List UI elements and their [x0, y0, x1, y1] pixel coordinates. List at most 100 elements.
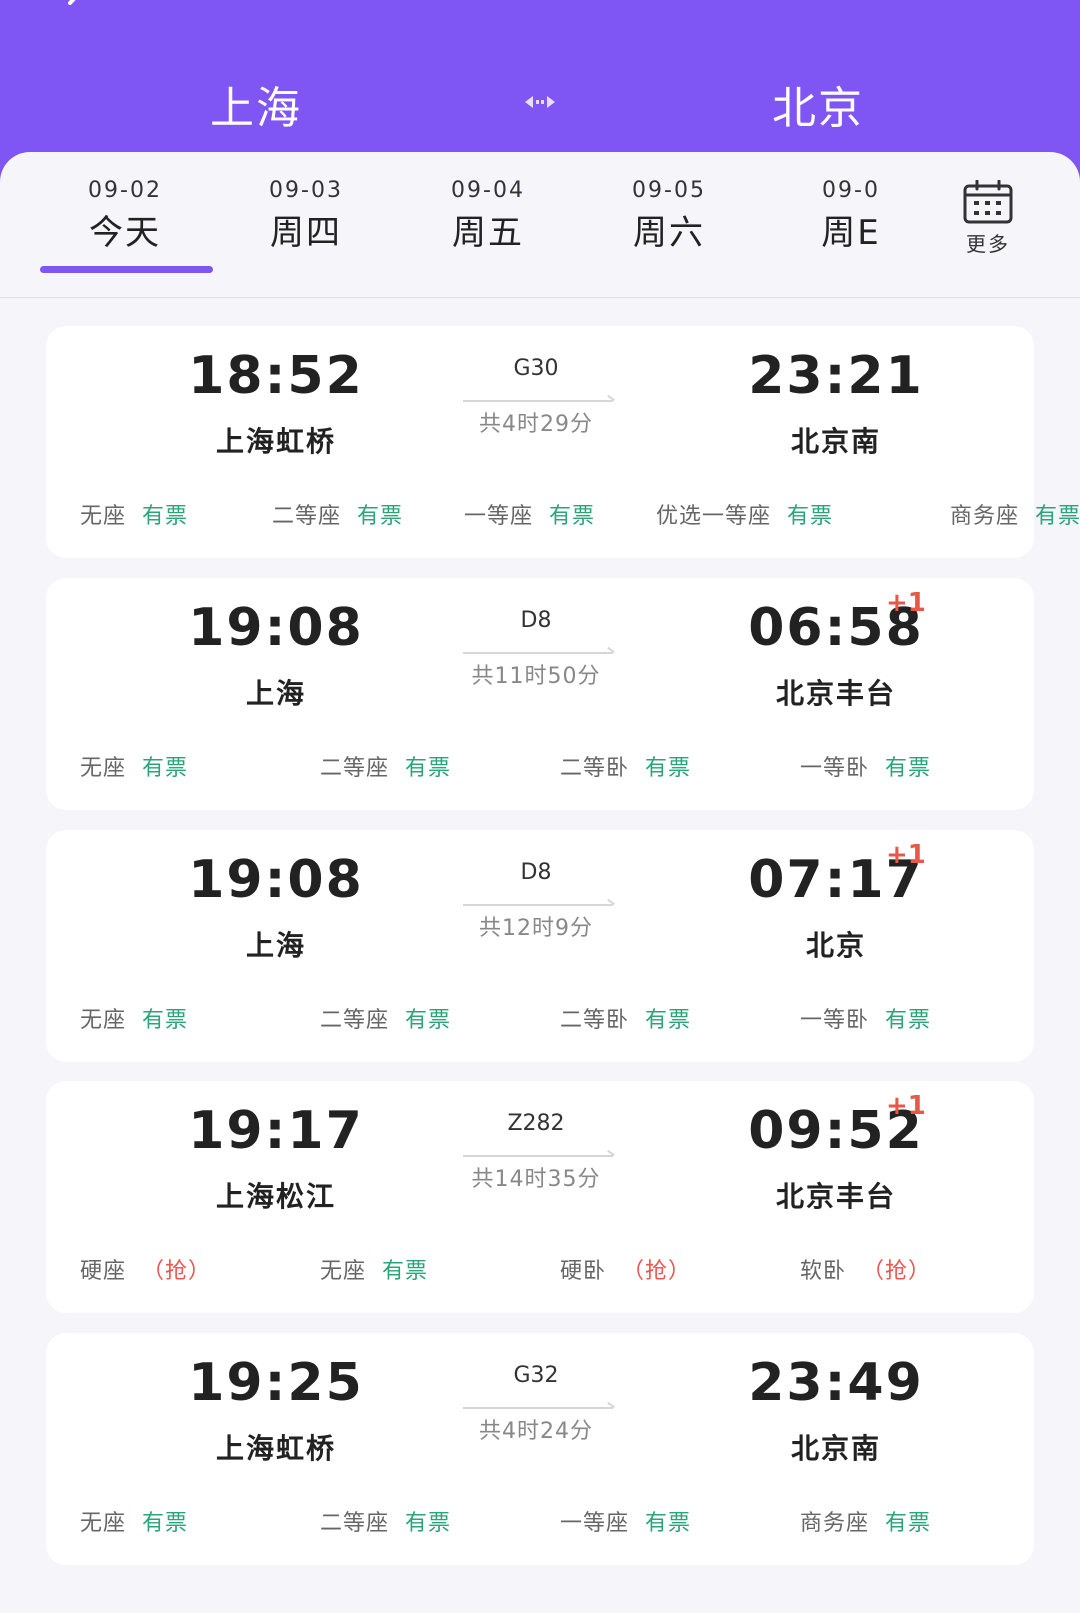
date-tab[interactable]: 09-05 周六 [584, 178, 754, 254]
seat-class-name: 二等卧 [560, 756, 630, 781]
seat-ticket-status: 有票 [405, 756, 452, 781]
train-card[interactable]: 18:52 上海虹桥 G30 共4时29分 23:21 北京南 无座 有票 二等座 有票 一等座 有票… [46, 326, 1080, 558]
trip-duration: 共4时24分 [479, 1419, 593, 1444]
seat-ticket-status: 有票 [645, 756, 692, 781]
arrival-time: 07:17 [748, 850, 924, 910]
seat-class-name: 二等座 [320, 756, 390, 781]
departure-station: 上海松江 [215, 1180, 336, 1213]
back-arrow-icon[interactable] [58, 0, 92, 20]
arrival-station: 北京丰台 [775, 1180, 896, 1213]
train-card[interactable]: 19:25 上海虹桥 G32 共4时24分 23:49 北京南 无座 有票 二等座 有票 一等座 有票… [46, 1333, 1034, 1565]
seat-class-name: 优选一等座 [656, 504, 772, 529]
seat-class-name: 一等座 [464, 504, 534, 529]
date-tab[interactable]: 09-02 今天 [40, 178, 210, 254]
seat-class: 二等座 有票 [320, 1505, 451, 1537]
seat-ticket-status: 有票 [885, 1008, 932, 1033]
swap-arrows-icon[interactable] [523, 92, 557, 112]
seat-class-name: 无座 [80, 504, 127, 529]
date-tab-date: 09-02 [88, 178, 162, 203]
from-city[interactable]: 上海 [210, 72, 302, 136]
seat-class-name: 商务座 [950, 504, 1020, 529]
seat-ticket-status: 有票 [645, 1511, 692, 1536]
trip-duration: 共12时9分 [479, 916, 593, 941]
seat-ticket-status: 有票 [142, 1511, 189, 1536]
arrival-station: 北京南 [790, 1432, 881, 1465]
departure-station: 上海虹桥 [215, 1432, 336, 1465]
date-tab[interactable]: 09-04 周五 [403, 178, 573, 254]
more-dates-button[interactable]: 更多 [946, 180, 1030, 257]
route-arrow-line [463, 1155, 613, 1157]
date-tab-weekday: 周五 [452, 213, 524, 253]
departure-time: 18:52 [188, 346, 364, 406]
route-arrow-line [463, 400, 613, 402]
departure-station: 上海虹桥 [215, 425, 336, 458]
seat-ticket-status: 有票 [405, 1008, 452, 1033]
arrival-station: 北京 [805, 929, 866, 962]
route-arrow-line [463, 904, 613, 906]
seat-class-name: 硬座 [80, 1259, 127, 1284]
train-card[interactable]: 19:08 上海 D8 共11时50分 06:58 北京丰台 +1 无座 有票 二等座 有票 二等卧有… [46, 578, 1034, 810]
date-tab-date: 09-05 [632, 178, 706, 203]
date-tab-date: 09-04 [451, 178, 525, 203]
selected-date-indicator [40, 266, 213, 273]
seat-availability-row: 无座 有票 二等座 有票 二等卧 有票 一等卧 有票 [46, 1002, 1034, 1038]
seat-class-name: 二等卧 [560, 1008, 630, 1033]
seat-class: 一等卧 有票 [800, 750, 931, 782]
train-number: D8 [520, 608, 552, 633]
train-card[interactable]: 19:08 上海 D8 共12时9分 07:17 北京 +1 无座 有票 二等座 有票 二等卧 有票 一等… [46, 830, 1034, 1062]
seat-class-name: 商务座 [800, 1511, 870, 1536]
arrival-time: 23:21 [748, 346, 924, 406]
train-card[interactable]: 19:17 上海松江 Z282 共14时35分 09:52 北京丰台 +1 硬座 （抢） 无座 有票… [46, 1081, 1034, 1313]
seat-class-name: 一等座 [560, 1511, 630, 1536]
next-day-badge: +1 [886, 840, 926, 870]
departure-station: 上海 [245, 677, 306, 710]
trip-duration: 共14时35分 [471, 1167, 601, 1192]
seat-ticket-status: 有票 [142, 504, 189, 529]
date-scroll-fade [878, 152, 906, 296]
seat-class: 无座 有票 [80, 750, 188, 782]
seat-ticket-status: 有票 [645, 1008, 692, 1033]
more-dates-label: 更多 [966, 232, 1010, 256]
date-tab[interactable]: 09-0 周E [766, 178, 936, 254]
trip-duration: 共11时50分 [471, 664, 601, 689]
train-number: D8 [520, 860, 552, 885]
train-number: Z282 [507, 1111, 565, 1136]
departure-time: 19:08 [188, 850, 364, 910]
trip-duration: 共4时29分 [479, 412, 593, 437]
date-selector: 09-02 今天 09-03 周四 09-04 周五 09-05 周六 09-0 周E 更多 [0, 152, 1080, 298]
arrival-time: 06:58 [748, 598, 924, 658]
seat-availability-row: 硬座 （抢） 无座 有票 硬卧 （抢） 软卧 （抢） [46, 1253, 1034, 1289]
seat-class: 商务座 有票 [800, 1505, 931, 1537]
route-arrow-line [463, 652, 613, 654]
seat-availability-row: 无座 有票 二等座 有票 一等座 有票 商务座 有票 [46, 1505, 1034, 1541]
arrival-time: 09:52 [748, 1101, 924, 1161]
seat-class-name: 无座 [80, 1008, 127, 1033]
seat-availability-row: 无座 有票 二等座 有票 二等卧 有票 一等卧 有票 [46, 750, 1034, 786]
seat-ticket-status: 有票 [142, 756, 189, 781]
seat-class: 二等座 有票 [320, 1002, 451, 1034]
seat-ticket-status: 有票 [1035, 504, 1080, 529]
seat-ticket-status: 有票 [787, 504, 834, 529]
seat-class: 一等卧 有票 [800, 1002, 931, 1034]
seat-class-name: 无座 [80, 1511, 127, 1536]
seat-class: 硬座 （抢） [80, 1253, 211, 1285]
seat-class: 优选一等座 有票 [656, 498, 833, 530]
seat-class: 二等座 有票 [272, 498, 403, 530]
seat-class-name: 硬卧 [560, 1259, 607, 1284]
seat-ticket-status: 有票 [885, 1511, 932, 1536]
seat-ticket-status: （抢） [622, 1259, 692, 1284]
departure-time: 19:25 [188, 1353, 364, 1413]
seat-class: 无座 有票 [320, 1253, 428, 1285]
seat-class: 一等座 有票 [464, 498, 595, 530]
date-tab[interactable]: 09-03 周四 [221, 178, 391, 254]
arrival-time: 23:49 [748, 1353, 924, 1413]
seat-ticket-status: 有票 [549, 504, 596, 529]
seat-ticket-status: 有票 [382, 1259, 429, 1284]
to-city[interactable]: 北京 [772, 72, 864, 136]
seat-ticket-status: （抢） [142, 1259, 212, 1284]
seat-ticket-status: 有票 [142, 1008, 189, 1033]
seat-ticket-status: 有票 [405, 1511, 452, 1536]
seat-class: 无座 有票 [80, 498, 188, 530]
seat-availability-row: 无座 有票 二等座 有票 一等座 有票 优选一等座 有票 商务座 有票 [46, 498, 1080, 534]
seat-class: 软卧 （抢） [800, 1253, 931, 1285]
